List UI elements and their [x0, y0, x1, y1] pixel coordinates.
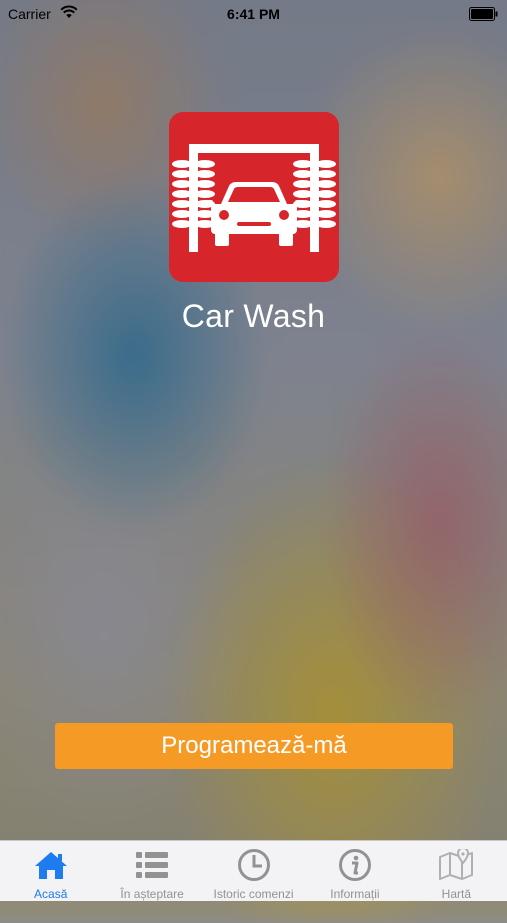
status-bar: Carrier 6:41 PM	[0, 0, 507, 28]
map-icon	[438, 847, 474, 883]
info-icon	[338, 847, 372, 883]
app-title: Car Wash	[181, 298, 326, 334]
tab-home[interactable]: Acasă	[0, 841, 101, 901]
schedule-button[interactable]: Programează-mă	[55, 723, 453, 769]
tab-label: Istoric comenzi	[213, 887, 294, 901]
tab-label: Acasă	[34, 887, 68, 901]
tab-label: Informații	[330, 887, 380, 901]
status-time: 6:41 PM	[227, 6, 280, 22]
list-icon	[135, 847, 169, 883]
car-wash-icon	[169, 112, 339, 282]
battery-icon	[469, 7, 499, 24]
home-icon	[34, 847, 68, 883]
tab-label: În așteptare	[120, 887, 184, 901]
tab-info[interactable]: Informații	[304, 841, 405, 901]
tab-order-history[interactable]: Istoric comenzi	[203, 841, 304, 901]
clock-icon	[237, 847, 271, 883]
tab-bar: Acasă În așteptare Istoric comenzi Infor…	[0, 840, 507, 901]
tab-map[interactable]: Hartă	[406, 841, 507, 901]
tab-label: Hartă	[441, 887, 471, 901]
tab-pending[interactable]: În așteptare	[101, 841, 202, 901]
